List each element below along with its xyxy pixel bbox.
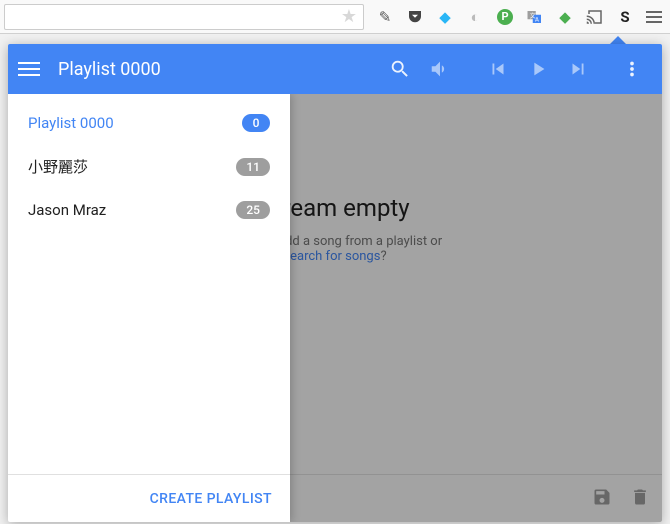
svg-text:A: A	[535, 16, 539, 23]
playlist-count-badge: 11	[236, 158, 270, 176]
playlist-item[interactable]: Playlist 0000 0	[8, 102, 290, 144]
circle-icon[interactable]: ◐	[466, 8, 484, 26]
omnibox[interactable]: ★	[4, 4, 364, 30]
play-icon	[527, 58, 549, 80]
search-button[interactable]	[380, 49, 420, 89]
playlist-name: 小野麗莎	[28, 156, 236, 177]
hamburger-icon[interactable]	[18, 58, 40, 80]
streamus-icon[interactable]: S	[616, 8, 634, 26]
extension-icons: ✎ ◆ ◐ P 文A ◆ S	[376, 8, 634, 26]
playlist-list: Playlist 0000 0 小野麗莎 11 Jason Mraz 25	[8, 94, 290, 474]
skip-previous-icon	[487, 58, 509, 80]
diamond-icon[interactable]: ◆	[436, 8, 454, 26]
more-button[interactable]	[612, 49, 652, 89]
play-button[interactable]	[518, 49, 558, 89]
header-title: Playlist 0000	[58, 59, 161, 80]
translate-icon[interactable]: 文A	[526, 8, 544, 26]
star-icon[interactable]: ★	[341, 6, 357, 27]
volume-icon	[429, 58, 451, 80]
content-area: Stream empty Why not add a song from a p…	[8, 94, 662, 522]
playlist-count-badge: 25	[236, 201, 270, 219]
create-playlist-button[interactable]: CREATE PLAYLIST	[150, 491, 272, 507]
pushbullet-icon[interactable]: P	[496, 8, 514, 26]
skip-next-icon	[567, 58, 589, 80]
app-header: Playlist 0000	[8, 44, 662, 94]
playlist-name: Jason Mraz	[28, 201, 236, 219]
chrome-menu-icon[interactable]	[644, 7, 664, 27]
playlist-item[interactable]: 小野麗莎 11	[8, 144, 290, 189]
volume-button[interactable]	[420, 49, 460, 89]
playlist-item[interactable]: Jason Mraz 25	[8, 189, 290, 231]
sidebar: Playlist 0000 0 小野麗莎 11 Jason Mraz 25 CR…	[8, 94, 290, 522]
pocket-icon[interactable]	[406, 8, 424, 26]
green-tag-icon[interactable]: ◆	[556, 8, 574, 26]
prev-button[interactable]	[478, 49, 518, 89]
browser-toolbar: ★ ✎ ◆ ◐ P 文A ◆ S	[0, 0, 670, 34]
more-vert-icon	[621, 58, 643, 80]
extension-popup: Playlist 0000 Stream empty Why not a	[8, 44, 662, 522]
popup-pointer	[610, 36, 626, 44]
next-button[interactable]	[558, 49, 598, 89]
sidebar-footer: CREATE PLAYLIST	[8, 474, 290, 522]
playlist-count-badge: 0	[242, 114, 270, 132]
search-icon	[389, 58, 411, 80]
playlist-name: Playlist 0000	[28, 114, 242, 132]
evernote-icon[interactable]: ✎	[376, 8, 394, 26]
cast-icon[interactable]	[586, 8, 604, 26]
